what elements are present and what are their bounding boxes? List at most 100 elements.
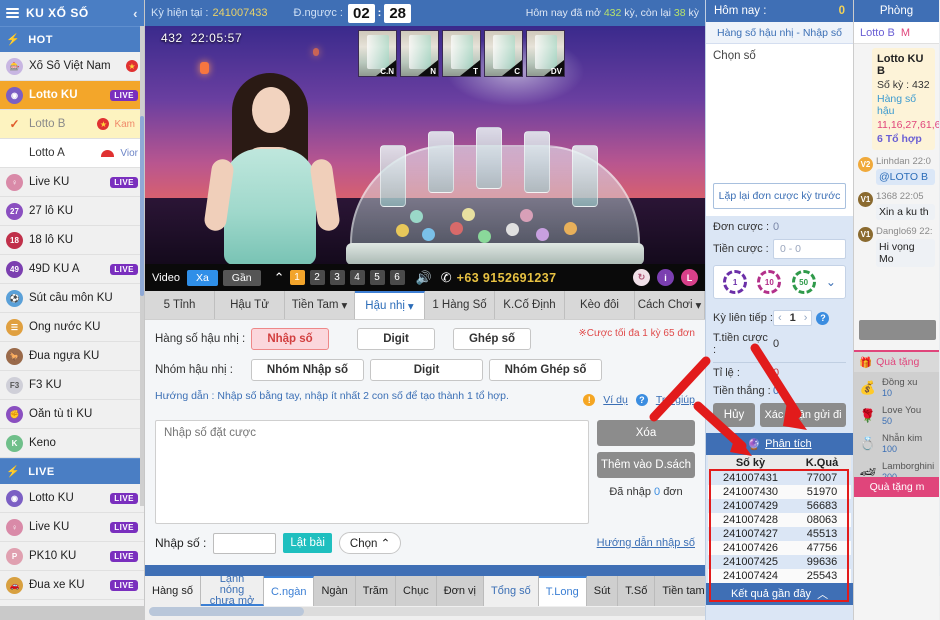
table-row[interactable]: 241007428 08063 bbox=[708, 513, 851, 527]
tab-hau-nhi[interactable]: Hậu nhị ▾ bbox=[355, 291, 425, 319]
table-row[interactable]: 241007424 25543 bbox=[708, 569, 851, 583]
video-quality-near-button[interactable]: Gần bbox=[222, 269, 261, 286]
stake-input[interactable]: 0 - 0 bbox=[773, 239, 846, 259]
flip-card-button[interactable]: Lật bài bbox=[283, 533, 332, 553]
sidebar-item-lotto-b[interactable]: ✓ Lotto B ★ Kam bbox=[0, 110, 144, 139]
camera-thumb[interactable]: T bbox=[442, 30, 481, 77]
chip-50[interactable]: 50 bbox=[791, 270, 816, 294]
table-row[interactable]: 241007430 51970 bbox=[708, 485, 851, 499]
sidebar-item-27-lo-ku[interactable]: 27 27 lô KU bbox=[0, 197, 144, 226]
gift-item[interactable]: 🌹 Love You 50 bbox=[854, 402, 939, 430]
chevron-down-icon[interactable]: ⌄ bbox=[826, 275, 836, 289]
wifi-icon[interactable]: ⌃ bbox=[274, 270, 285, 286]
chip-10[interactable]: 10 bbox=[757, 270, 782, 294]
confirm-submit-button[interactable]: Xác nhận gửi đi bbox=[760, 403, 846, 427]
example-link[interactable]: Ví dụ bbox=[603, 394, 628, 406]
btab-lanh-nong[interactable]: Lạnh nóng chưa mở bbox=[200, 573, 264, 606]
consecutive-stepper[interactable]: ‹ 1 › bbox=[773, 310, 813, 326]
gift-item[interactable]: 💰 Đồng xu 10 bbox=[854, 374, 939, 402]
sidebar-scrollbar[interactable] bbox=[140, 26, 144, 506]
chip-1[interactable]: 1 bbox=[723, 270, 748, 294]
sidebar-item-oan-tu-ti-ku[interactable]: ✊ Oẳn tù tì KU bbox=[0, 400, 144, 429]
bet-share-card[interactable]: Lotto KU B Số kỳ : 432 Hàng số hậu 11,16… bbox=[872, 48, 939, 150]
table-row[interactable]: 241007429 56683 bbox=[708, 499, 851, 513]
chat-room-tabs[interactable]: Lotto B M bbox=[854, 22, 939, 44]
video-line-5[interactable]: 5 bbox=[369, 270, 385, 285]
camera-thumb[interactable]: DV bbox=[526, 30, 565, 77]
btab-tram[interactable]: Trăm bbox=[355, 576, 397, 606]
sidebar-item-live-live-ku[interactable]: ♀ Live KU LIVE bbox=[0, 513, 144, 542]
tab-tien-tam[interactable]: Tiền Tam ▾ bbox=[285, 291, 355, 319]
video-line-3[interactable]: 3 bbox=[329, 270, 345, 285]
support-link[interactable]: Trợ giúp bbox=[656, 394, 695, 406]
stepper-decrement[interactable]: ‹ bbox=[778, 312, 782, 324]
btab-t-so[interactable]: T.Số bbox=[618, 576, 656, 606]
sidebar-brand-header[interactable]: KU XỔ SỐ ‹ bbox=[0, 0, 144, 26]
video-quality-far-button[interactable]: Xa bbox=[186, 269, 218, 286]
sidebar-item-f3-ku[interactable]: F3 F3 KU bbox=[0, 371, 144, 400]
btab-c-ngan[interactable]: C.ngàn bbox=[263, 576, 315, 606]
tab-cach-choi[interactable]: Cách Chơi ▾ bbox=[635, 291, 705, 319]
group-nhap-so-button[interactable]: Nhóm Nhập số bbox=[251, 359, 364, 381]
camera-thumb[interactable]: C bbox=[484, 30, 523, 77]
chat-tab-lotto-b[interactable]: Lotto B bbox=[860, 27, 895, 39]
camera-thumb[interactable]: C.N bbox=[358, 30, 397, 77]
camera-thumbnails[interactable]: C.N N T C DV bbox=[358, 30, 565, 77]
video-right-icons[interactable]: ↻ i L bbox=[633, 269, 698, 286]
sidebar-item-keno[interactable]: K Keno bbox=[0, 429, 144, 458]
video-line-4[interactable]: 4 bbox=[349, 270, 365, 285]
sidebar-item-xo-so-viet-nam[interactable]: 🎰 Xổ Số Việt Nam ★ bbox=[0, 52, 144, 81]
chip-selector[interactable]: 1 10 50 ⌄ bbox=[713, 265, 846, 299]
sidebar-item-dua-ngua-ku[interactable]: 🐎 Đua ngựa KU bbox=[0, 342, 144, 371]
choose-dropdown[interactable]: Chọn ⌃ bbox=[338, 532, 402, 554]
recent-results-bar[interactable]: Kết quả gần đây ︿ bbox=[706, 583, 853, 605]
sidebar-item-49d-ku-a[interactable]: 49 49D KU A LIVE bbox=[0, 255, 144, 284]
video-controls[interactable]: Video Xa Gần ⌃ 1 2 3 4 5 6 🔊 ✆ +63 91526… bbox=[145, 264, 705, 291]
help-links[interactable]: ! Ví dụ ? Trợ giúp bbox=[583, 394, 695, 406]
group-ghep-so-button[interactable]: Nhóm Ghép số bbox=[489, 359, 602, 381]
game-tabs[interactable]: 5 Tỉnh Hậu Tử Tiền Tam ▾ Hậu nhị ▾ 1 Hàng … bbox=[145, 291, 705, 320]
question-icon[interactable]: ? bbox=[816, 311, 830, 325]
sidebar-item-lotto-ku[interactable]: ◉ Lotto KU LIVE bbox=[0, 81, 144, 110]
selected-numbers-area[interactable]: Chọn số Lặp lại đơn cược kỳ trước bbox=[706, 44, 853, 216]
sidebar-item-18-lo-ku[interactable]: 18 18 lô KU bbox=[0, 226, 144, 255]
add-to-list-button[interactable]: Thêm vào D.sách bbox=[597, 452, 695, 478]
tab-1-hang-so[interactable]: 1 Hàng Số bbox=[425, 291, 495, 319]
btab-ngan[interactable]: Ngàn bbox=[314, 576, 356, 606]
sidebar-item-live-pk10-ku[interactable]: P PK10 KU LIVE bbox=[0, 542, 144, 571]
speaker-icon[interactable]: 🔊 bbox=[416, 270, 432, 286]
chevron-up-icon[interactable]: ︿ bbox=[817, 586, 828, 602]
mode-nhap-so-button[interactable]: Nhập số bbox=[251, 328, 329, 350]
chevron-left-icon[interactable]: ‹ bbox=[133, 6, 138, 21]
gift-more-button[interactable]: Quà tặng m bbox=[854, 477, 939, 497]
sidebar-item-live-lotto-ku[interactable]: ◉ Lotto KU LIVE bbox=[0, 484, 144, 513]
phone-icon[interactable]: ✆ bbox=[441, 270, 452, 286]
analysis-bar[interactable]: 🔮 Phân tích bbox=[706, 433, 853, 455]
tab-k-co-dinh[interactable]: K.Cố Định bbox=[495, 291, 565, 319]
tab-keo-doi[interactable]: Kèo đôi bbox=[565, 291, 635, 319]
sidebar-item-sut-cau-mon-ku[interactable]: ⚽ Sút cầu môn KU bbox=[0, 284, 144, 313]
chat-tab-m[interactable]: M bbox=[901, 27, 910, 39]
video-line-1[interactable]: 1 bbox=[289, 270, 305, 285]
menu-icon[interactable] bbox=[6, 8, 19, 18]
video-line-2[interactable]: 2 bbox=[309, 270, 325, 285]
btab-hang-so[interactable]: Hàng số bbox=[145, 576, 201, 606]
tab-hau-tu[interactable]: Hậu Tử bbox=[215, 291, 285, 319]
camera-thumb[interactable]: N bbox=[400, 30, 439, 77]
mode-digit-button[interactable]: Digit bbox=[357, 328, 435, 350]
sidebar-item-ong-nuoc-ku[interactable]: ☰ Ống nước KU bbox=[0, 313, 144, 342]
bet-numbers-textarea[interactable] bbox=[155, 420, 589, 524]
chat-input[interactable] bbox=[859, 320, 936, 340]
table-row[interactable]: 241007426 47756 bbox=[708, 541, 851, 555]
btab-don-vi[interactable]: Đơn vị bbox=[436, 576, 484, 606]
refresh-icon[interactable]: ↻ bbox=[633, 269, 650, 286]
analysis-link[interactable]: Phân tích bbox=[765, 438, 811, 450]
logo-icon[interactable]: L bbox=[681, 269, 698, 286]
manual-number-input[interactable] bbox=[213, 532, 277, 554]
table-row[interactable]: 241007427 45513 bbox=[708, 527, 851, 541]
sidebar-item-lotto-a[interactable]: Lotto A Vior bbox=[0, 139, 144, 168]
sidebar-item-live-dua-xe-ku[interactable]: 🚗 Đua xe KU LIVE bbox=[0, 571, 144, 600]
repeat-last-bet-button[interactable]: Lặp lại đơn cược kỳ trước bbox=[713, 183, 846, 209]
btab-t-long[interactable]: T.Long bbox=[538, 576, 587, 606]
stepper-increment[interactable]: › bbox=[804, 312, 808, 324]
